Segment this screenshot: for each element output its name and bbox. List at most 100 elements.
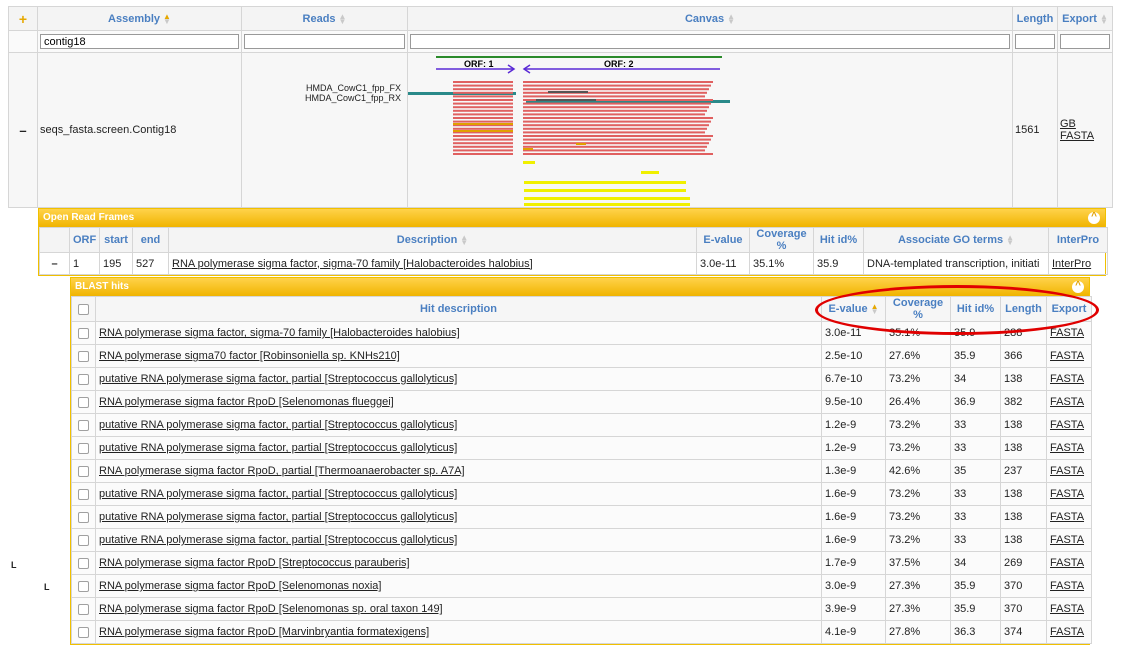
sort-icon[interactable]: ▲ ▼: [727, 12, 735, 25]
fasta-export-link[interactable]: FASTA: [1050, 511, 1084, 523]
hit-description-link[interactable]: putative RNA polymerase sigma factor, pa…: [99, 511, 457, 523]
orf-panel-header[interactable]: Open Read Frames ^: [39, 209, 1105, 227]
sort-icon[interactable]: ▲ ▼: [871, 303, 879, 316]
sort-icon[interactable]: ▲ ▼: [163, 12, 171, 25]
orf-col-hitid[interactable]: Hit id%: [813, 227, 864, 253]
blast-col-description[interactable]: Hit description: [95, 296, 822, 322]
fasta-export-link[interactable]: FASTA: [1050, 350, 1084, 362]
hit-description-link[interactable]: RNA polymerase sigma factor RpoD [Seleno…: [99, 396, 394, 408]
hit-description-link[interactable]: RNA polymerase sigma factor RpoD [Strept…: [99, 557, 410, 569]
hit-description-link[interactable]: putative RNA polymerase sigma factor, pa…: [99, 534, 457, 546]
hit-length: 138: [1000, 413, 1047, 437]
row-checkbox[interactable]: [78, 442, 89, 454]
fasta-export-link[interactable]: FASTA: [1050, 534, 1084, 546]
column-header-export[interactable]: Export ▲ ▼: [1057, 6, 1113, 31]
orf-col-go-terms[interactable]: Associate GO terms ▲ ▼: [863, 227, 1049, 253]
row-checkbox[interactable]: [78, 557, 89, 569]
sort-icon[interactable]: ▲ ▼: [1100, 12, 1108, 25]
hit-description-link[interactable]: RNA polymerase sigma70 factor [Robinsoni…: [99, 350, 400, 362]
column-header-reads[interactable]: Reads ▲ ▼: [241, 6, 408, 31]
row-checkbox[interactable]: [78, 327, 89, 339]
fasta-export-link[interactable]: FASTA: [1050, 373, 1084, 385]
fasta-export-link[interactable]: FASTA: [1050, 557, 1084, 569]
fasta-export-link[interactable]: FASTA: [1050, 419, 1084, 431]
row-checkbox[interactable]: [78, 603, 89, 615]
fasta-export-link[interactable]: FASTA: [1050, 442, 1084, 454]
row-checkbox[interactable]: [78, 488, 89, 500]
row-checkbox[interactable]: [78, 396, 89, 408]
interpro-link[interactable]: InterPro: [1052, 258, 1091, 270]
gb-export-link[interactable]: GB: [1060, 118, 1076, 130]
orf-col-coverage[interactable]: Coverage %: [749, 227, 814, 253]
column-header-length[interactable]: Length: [1012, 6, 1058, 31]
assembly-canvas[interactable]: ORF: 1 ORF: 2: [408, 53, 1008, 207]
fasta-export-link[interactable]: FASTA: [1050, 465, 1084, 477]
hit-description-link[interactable]: putative RNA polymerase sigma factor, pa…: [99, 488, 457, 500]
fasta-export-link[interactable]: FASTA: [1050, 626, 1084, 638]
export-filter-input[interactable]: [1060, 34, 1110, 49]
canvas-filter-input[interactable]: [410, 34, 1010, 49]
row-checkbox[interactable]: [78, 350, 89, 362]
hit-description-link[interactable]: RNA polymerase sigma factor RpoD [Seleno…: [99, 603, 443, 615]
hit-id: 35.9: [950, 597, 1001, 621]
hit-description-link[interactable]: putative RNA polymerase sigma factor, pa…: [99, 373, 457, 385]
yellow-read: [524, 189, 686, 192]
blast-panel-header[interactable]: BLAST hits ^: [71, 278, 1089, 296]
fasta-export-link[interactable]: FASTA: [1060, 130, 1094, 142]
column-header-assembly[interactable]: Assembly ▲ ▼: [37, 6, 242, 31]
orf-col-interpro[interactable]: InterPro: [1048, 227, 1108, 253]
row-checkbox[interactable]: [78, 626, 89, 638]
read-bar: [453, 145, 513, 148]
row-checkbox[interactable]: [78, 511, 89, 523]
blast-hit-row: putative RNA polymerase sigma factor, pa…: [71, 367, 1092, 391]
sort-icon[interactable]: ▲ ▼: [1006, 234, 1014, 247]
fasta-export-link[interactable]: FASTA: [1050, 603, 1084, 615]
column-header-canvas[interactable]: Canvas ▲ ▼: [407, 6, 1013, 31]
blast-col-length[interactable]: Length: [1000, 296, 1047, 322]
read-bar: [453, 91, 513, 94]
hit-evalue: 1.6e-9: [821, 482, 886, 506]
hit-id: 33: [950, 482, 1001, 506]
fasta-export-link[interactable]: FASTA: [1050, 488, 1084, 500]
blast-hit-row: RNA polymerase sigma factor RpoD [Strept…: [71, 551, 1092, 575]
collapse-orf-panel-button[interactable]: ^: [1088, 212, 1100, 224]
row-checkbox[interactable]: [78, 465, 89, 477]
collapse-blast-panel-button[interactable]: ^: [1072, 281, 1084, 293]
sort-icon[interactable]: ▲ ▼: [460, 234, 468, 247]
orf-col-orf[interactable]: ORF: [69, 227, 100, 253]
row-checkbox[interactable]: [78, 373, 89, 385]
blast-col-coverage[interactable]: Coverage %: [885, 296, 951, 322]
hit-description-link[interactable]: putative RNA polymerase sigma factor, pa…: [99, 442, 457, 454]
select-all-checkbox[interactable]: [78, 303, 89, 315]
read-bar: [523, 142, 709, 145]
hit-description-link[interactable]: RNA polymerase sigma factor RpoD, partia…: [99, 465, 465, 477]
row-checkbox[interactable]: [78, 419, 89, 431]
hit-description-link[interactable]: RNA polymerase sigma factor RpoD [Seleno…: [99, 580, 381, 592]
blast-col-evalue[interactable]: E-value ▲ ▼: [821, 296, 886, 322]
hit-description-link[interactable]: putative RNA polymerase sigma factor, pa…: [99, 419, 457, 431]
fasta-export-link[interactable]: FASTA: [1050, 396, 1084, 408]
orf-col-description[interactable]: Description ▲ ▼: [168, 227, 697, 253]
orf-coverage: 35.1%: [749, 252, 814, 275]
collapse-row-button[interactable]: –: [8, 52, 38, 208]
hit-description-link[interactable]: RNA polymerase sigma factor, sigma-70 fa…: [99, 327, 460, 339]
read-bar: [523, 84, 711, 87]
orf-col-evalue[interactable]: E-value: [696, 227, 750, 253]
hit-description-link[interactable]: RNA polymerase sigma factor RpoD [Marvin…: [99, 626, 429, 638]
fasta-export-link[interactable]: FASTA: [1050, 327, 1084, 339]
collapse-orf-row-button[interactable]: –: [39, 252, 70, 275]
row-checkbox[interactable]: [78, 580, 89, 592]
fasta-export-link[interactable]: FASTA: [1050, 580, 1084, 592]
reads-filter-input[interactable]: [244, 34, 405, 49]
assembly-filter-input[interactable]: [40, 34, 239, 49]
sort-icon[interactable]: ▲ ▼: [339, 12, 347, 25]
orf-description-link[interactable]: RNA polymerase sigma factor, sigma-70 fa…: [172, 258, 533, 270]
blast-col-hitid[interactable]: Hit id%: [950, 296, 1001, 322]
orf-col-end[interactable]: end: [132, 227, 169, 253]
length-filter-input[interactable]: [1015, 34, 1055, 49]
row-checkbox[interactable]: [78, 534, 89, 546]
blast-col-export[interactable]: Export: [1046, 296, 1092, 322]
orf-col-start[interactable]: start: [99, 227, 133, 253]
mate-pair-line: [536, 99, 596, 101]
add-column-button[interactable]: +: [8, 6, 38, 31]
